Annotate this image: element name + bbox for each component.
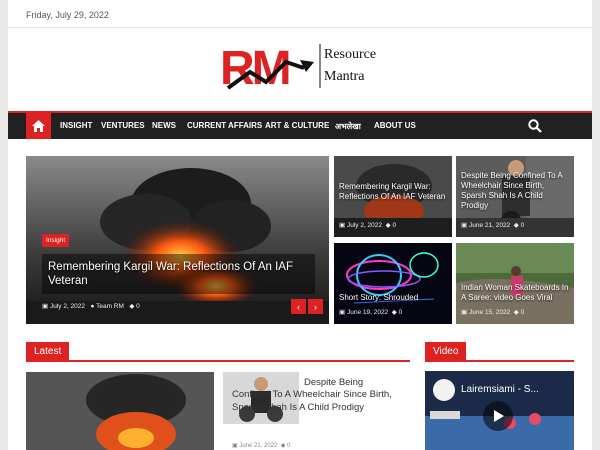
calendar-icon: ▣ (339, 222, 346, 229)
video-heading: Video (425, 342, 467, 362)
grid-card-4-title[interactable]: Indian Woman Skateboards In A Saree: vid… (461, 283, 573, 303)
latest-featured-photo (26, 372, 214, 450)
slider-meta: ▣ July 2, 2022 ● Team RM ◆ 0 (42, 302, 140, 310)
grid-card-3-meta: ▣ June 19, 2022 ◆ 0 (339, 308, 402, 316)
main-nav: INSIGHT VENTURES NEWS CURRENT AFFAIRS AR… (8, 111, 592, 139)
latest-item-comments[interactable]: 0 (287, 443, 290, 449)
latest-item-date: June 21, 2022 (239, 443, 278, 449)
comment-icon: ◆ (513, 222, 519, 229)
top-bar: Friday, July 29, 2022 (8, 0, 592, 28)
slider-prev-button[interactable]: ‹ (291, 299, 306, 314)
latest-item-meta: ▣ June 21, 2022 ◆ 0 (232, 442, 290, 449)
grid-card-1-meta: ▣ July 2, 2022 ◆ 0 (339, 221, 396, 229)
slider-date: July 2, 2022 (49, 303, 86, 310)
home-icon (32, 120, 45, 132)
calendar-icon: ▣ (461, 309, 468, 316)
calendar-icon: ▣ (339, 309, 346, 316)
grid-card-2[interactable]: Despite Being Confined To A Wheelchair S… (456, 156, 574, 237)
search-button[interactable] (528, 119, 542, 133)
page: Friday, July 29, 2022 RM Resource Mantra… (8, 0, 592, 450)
latest-featured-image[interactable] (26, 372, 214, 450)
grid-card-4-date: June 15, 2022 (468, 309, 511, 316)
grid-card-1-date: July 2, 2022 (346, 222, 383, 229)
logo-line2: Mantra (324, 69, 365, 84)
slider-title[interactable]: Remembering Kargil War: Reflections Of A… (48, 260, 313, 289)
slider-next-button[interactable]: › (308, 299, 323, 314)
comment-icon: ◆ (385, 222, 391, 229)
featured-slider[interactable]: Insight Remembering Kargil War: Reflecti… (26, 156, 329, 324)
home-button[interactable] (26, 113, 51, 139)
nav-item-archive[interactable]: अभलेखा (335, 121, 361, 132)
chevron-right-icon: › (314, 301, 317, 312)
grid-card-1[interactable]: Remembering Kargil War: Reflections Of A… (334, 156, 452, 237)
grid-card-1-title[interactable]: Remembering Kargil War: Reflections Of A… (339, 182, 449, 202)
video-title[interactable]: Lairemsiami - S... (461, 384, 539, 395)
search-icon (528, 119, 542, 133)
latest-item-title[interactable]: Despite Being Confined To A Wheelchair S… (232, 377, 402, 414)
nav-item-insight[interactable]: INSIGHT (60, 121, 92, 130)
grid-card-3[interactable]: Short Story: Shrouded ▣ June 19, 2022 ◆ … (334, 243, 452, 324)
play-icon (494, 410, 504, 422)
grid-card-3-date: June 19, 2022 (346, 309, 389, 316)
logo-line1: Resource (324, 47, 376, 62)
calendar-icon: ▣ (461, 222, 468, 229)
chevron-left-icon: ‹ (297, 301, 300, 312)
calendar-icon: ▣ (232, 443, 238, 449)
channel-avatar[interactable] (433, 379, 455, 401)
grid-card-1-comments[interactable]: 0 (392, 222, 396, 229)
nav-item-art-culture[interactable]: ART & CULTURE (265, 121, 329, 130)
grid-card-2-comments[interactable]: 0 (521, 222, 525, 229)
site-logo[interactable]: RM Resource Mantra (220, 38, 390, 95)
grid-card-4-comments[interactable]: 0 (521, 309, 525, 316)
video-player[interactable]: Lairemsiami - S... (425, 371, 574, 450)
grid-card-2-date: June 21, 2022 (468, 222, 511, 229)
comment-icon: ◆ (280, 443, 286, 449)
slider-comments[interactable]: 0 (136, 303, 140, 310)
calendar-icon: ▣ (42, 303, 49, 310)
nav-item-ventures[interactable]: VENTURES (101, 121, 145, 130)
latest-section-header: Latest (26, 342, 410, 362)
grid-card-3-title[interactable]: Short Story: Shrouded (339, 293, 449, 303)
grid-card-3-comments[interactable]: 0 (399, 309, 403, 316)
category-badge[interactable]: Insight (42, 234, 70, 247)
comment-icon: ◆ (391, 309, 397, 316)
grid-card-4[interactable]: Indian Woman Skateboards In A Saree: vid… (456, 243, 574, 324)
grid-card-4-meta: ▣ June 15, 2022 ◆ 0 (461, 308, 524, 316)
comment-icon: ◆ (129, 303, 135, 310)
grid-card-2-title[interactable]: Despite Being Confined To A Wheelchair S… (461, 171, 571, 211)
user-icon: ● (90, 303, 95, 310)
slider-image (26, 156, 329, 324)
current-date: Friday, July 29, 2022 (26, 10, 109, 20)
slider-author[interactable]: Team RM (96, 303, 124, 310)
nav-item-about-us[interactable]: ABOUT US (374, 121, 416, 130)
grid-card-2-meta: ▣ June 21, 2022 ◆ 0 (461, 221, 524, 229)
play-button[interactable] (483, 401, 513, 431)
latest-heading: Latest (26, 342, 70, 362)
nav-item-news[interactable]: NEWS (152, 121, 176, 130)
video-section-header: Video (425, 342, 574, 362)
nav-item-current-affairs[interactable]: CURRENT AFFAIRS (187, 121, 262, 130)
comment-icon: ◆ (513, 309, 519, 316)
